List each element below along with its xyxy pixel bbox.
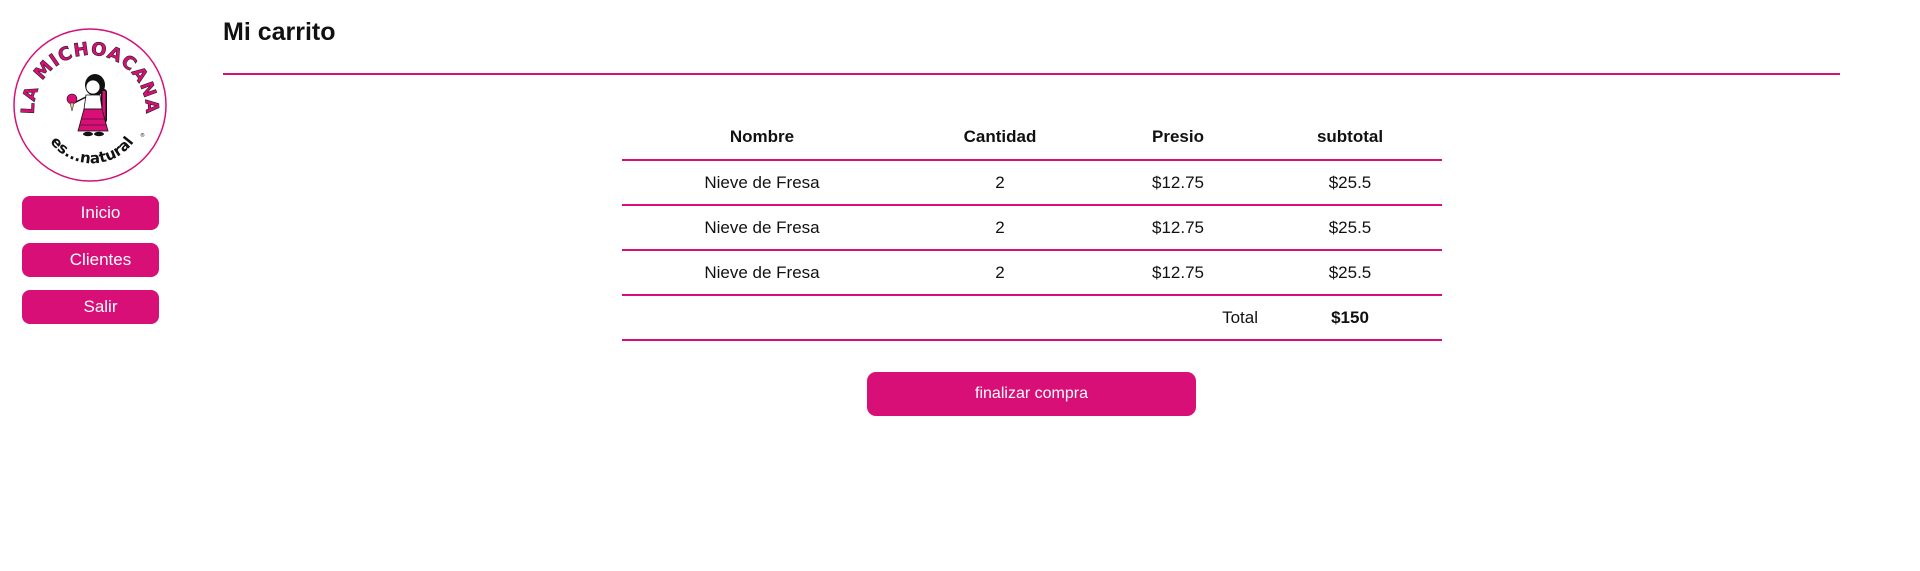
nav-salir-button[interactable]: Salir	[22, 290, 159, 324]
cell-subtotal: $25.5	[1258, 250, 1442, 296]
cell-nombre: Nieve de Fresa	[622, 250, 902, 296]
cell-precio: $12.75	[1098, 205, 1258, 251]
checkout-button[interactable]: finalizar compra	[867, 372, 1196, 416]
total-value: $150	[1258, 295, 1442, 341]
cell-cantidad: 2	[902, 250, 1098, 296]
page: LA MICHOACANA es...natural ® Inicio Clie…	[0, 0, 1920, 571]
column-header-subtotal: subtotal	[1258, 115, 1442, 161]
cell-precio: $12.75	[1098, 250, 1258, 296]
table-row: Nieve de Fresa 2 $12.75 $25.5	[622, 205, 1442, 251]
cart-table: Nombre Cantidad Presio subtotal Nieve de…	[622, 115, 1442, 341]
cell-cantidad: 2	[902, 205, 1098, 251]
cart-table-header: Nombre Cantidad Presio subtotal	[622, 115, 1442, 161]
page-title: Mi carrito	[223, 18, 336, 46]
total-row: Total $150	[622, 295, 1442, 341]
cell-nombre: Nieve de Fresa	[622, 205, 902, 251]
cell-subtotal: $25.5	[1258, 205, 1442, 251]
nav-inicio-button[interactable]: Inicio	[22, 196, 159, 230]
title-divider	[223, 73, 1840, 75]
column-header-precio: Presio	[1098, 115, 1258, 161]
column-header-nombre: Nombre	[622, 115, 902, 161]
cell-precio: $12.75	[1098, 160, 1258, 206]
cell-cantidad: 2	[902, 160, 1098, 206]
svg-text:®: ®	[140, 132, 145, 139]
table-row: Nieve de Fresa 2 $12.75 $25.5	[622, 250, 1442, 296]
cart-table-body: Nieve de Fresa 2 $12.75 $25.5 Nieve de F…	[622, 160, 1442, 341]
sidebar: LA MICHOACANA es...natural ® Inicio Clie…	[0, 0, 200, 571]
table-row: Nieve de Fresa 2 $12.75 $25.5	[622, 160, 1442, 206]
total-label: Total	[622, 295, 1258, 341]
la-michoacana-logo[interactable]: LA MICHOACANA es...natural ®	[12, 27, 168, 183]
column-header-cantidad: Cantidad	[902, 115, 1098, 161]
table-header-row: Nombre Cantidad Presio subtotal	[622, 115, 1442, 161]
cell-nombre: Nieve de Fresa	[622, 160, 902, 206]
nav-clientes-button[interactable]: Clientes	[22, 243, 159, 277]
cell-subtotal: $25.5	[1258, 160, 1442, 206]
